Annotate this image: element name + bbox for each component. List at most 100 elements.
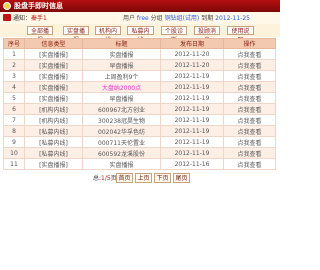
cell-no: 5	[3, 92, 25, 104]
view-link[interactable]: 点我查看	[223, 48, 276, 60]
window-title: 股盘手即时信息	[14, 2, 63, 10]
cell-no: 3	[3, 70, 25, 82]
table-row: 1 [实盘播报] 实盘播报 2012-11-20 点我查看	[3, 48, 276, 60]
col-header-no: 序号	[3, 38, 25, 49]
table-header-row: 序号 信息类型 标题 发布日期 操作	[3, 38, 276, 49]
view-link[interactable]: 点我查看	[223, 81, 276, 93]
view-link[interactable]: 点我查看	[223, 103, 276, 115]
cell-date: 2012-11-19	[160, 103, 224, 115]
col-header-title: 标题	[82, 38, 161, 49]
cell-title-link[interactable]: 600592龙溪股份	[82, 147, 161, 159]
cell-title-link[interactable]: 000711天伦置业	[82, 136, 161, 148]
message-icon	[3, 14, 11, 21]
view-link[interactable]: 点我查看	[223, 114, 276, 126]
view-link[interactable]: 点我查看	[223, 70, 276, 82]
title-bar: 股盘手即时信息	[0, 0, 280, 12]
last-page-button[interactable]: 尾页	[173, 173, 190, 183]
col-header-type: 信息类型	[24, 38, 83, 49]
table-row: 4 [实盘播报] 大盘纳2000点 2012-11-19 点我查看	[3, 81, 276, 93]
table-row: 11 [实盘播报] 实盘播报 2012-11-16 点我查看	[3, 158, 276, 170]
expire-value: 2012-11-25	[215, 15, 250, 22]
level-label: 分组	[150, 15, 163, 22]
view-link[interactable]: 点我查看	[223, 158, 276, 170]
cell-date: 2012-11-19	[160, 81, 224, 93]
prev-page-button[interactable]: 上页	[135, 173, 152, 183]
cell-type: [私募内线]	[24, 125, 83, 137]
level-value: 铜钻组(试用)	[164, 15, 200, 22]
view-link[interactable]: 点我查看	[223, 92, 276, 104]
cell-title-link[interactable]: 实盘播报	[82, 48, 161, 60]
cell-date: 2012-11-19	[160, 114, 224, 126]
user-value: free	[136, 15, 149, 22]
info-table: 序号 信息类型 标题 发布日期 操作 1 [实盘播报] 实盘播报 2012-11…	[3, 38, 276, 170]
stock-diagnosis-button[interactable]: 个股诊断	[161, 26, 187, 44]
cell-type: [实盘播报]	[24, 158, 83, 170]
cell-title-link[interactable]: 实盘播报	[82, 158, 161, 170]
cell-date: 2012-11-19	[160, 125, 224, 137]
col-header-date: 发布日期	[160, 38, 224, 49]
advisor-news-button[interactable]: 投顾消息	[194, 26, 220, 44]
cell-type: [实盘播报]	[24, 70, 83, 82]
view-link[interactable]: 点我查看	[223, 147, 276, 159]
cell-no: 8	[3, 125, 25, 137]
user-guide-button[interactable]: 使用说明	[227, 26, 254, 44]
cell-type: [机构内线]	[24, 114, 83, 126]
cell-type: [私募内线]	[24, 136, 83, 148]
table-row: 5 [实盘播报] 早盘播报 2012-11-19 点我查看	[3, 92, 276, 104]
cell-date: 2012-11-19	[160, 92, 224, 104]
notice-text: 通知：秦手1	[13, 15, 47, 22]
cell-date: 2012-11-19	[160, 136, 224, 148]
user-info: 用户 free 分组 铜钻组(试用) 到期 2012-11-25	[123, 15, 250, 22]
cell-title-link[interactable]: 大盘纳2000点	[82, 81, 161, 93]
page-prefix: 总:	[93, 175, 102, 182]
cell-type: [实盘播报]	[24, 81, 83, 93]
cell-type: [实盘播报]	[24, 92, 83, 104]
view-link[interactable]: 点我查看	[223, 136, 276, 148]
toolbar: 全部播报 实盘播报 机构内线 私募内线 个股诊断 投顾消息 使用说明	[0, 24, 280, 44]
cell-type: [实盘播报]	[24, 59, 83, 71]
cell-type: [实盘播报]	[24, 48, 83, 60]
cell-no: 6	[3, 103, 25, 115]
cell-date: 2012-11-20	[160, 48, 224, 60]
cell-title-link[interactable]: 早盘播报	[82, 92, 161, 104]
expire-label: 到期	[201, 15, 214, 22]
cell-title-link[interactable]: 600967北方创业	[82, 103, 161, 115]
cell-type: [私募内线]	[24, 147, 83, 159]
table-row: 6 [机构内线] 600967北方创业 2012-11-19 点我查看	[3, 103, 276, 115]
first-page-button[interactable]: 首页	[116, 173, 133, 183]
table-row: 8 [私募内线] 002042华孚色纺 2012-11-19 点我查看	[3, 125, 276, 137]
col-header-op: 操作	[223, 38, 276, 49]
cell-date: 2012-11-16	[160, 158, 224, 170]
notice-prefix: 通知：	[13, 15, 32, 22]
cell-no: 9	[3, 136, 25, 148]
notice-name: 秦手1	[31, 15, 47, 22]
all-broadcast-button[interactable]: 全部播报	[27, 26, 53, 44]
page-count: 1/5	[101, 175, 111, 182]
cell-title-link[interactable]: 上周盈利9个	[82, 70, 161, 82]
table-row: 7 [机构内线] 300238冠昊生物 2012-11-19 点我查看	[3, 114, 276, 126]
cell-no: 10	[3, 147, 25, 159]
cell-title-link[interactable]: 300238冠昊生物	[82, 114, 161, 126]
cell-no: 7	[3, 114, 25, 126]
table-row: 2 [实盘播报] 早盘播报 2012-11-20 点我查看	[3, 59, 276, 71]
view-link[interactable]: 点我查看	[223, 59, 276, 71]
view-link[interactable]: 点我查看	[223, 125, 276, 137]
page-info: 总:1/5页	[93, 175, 117, 182]
table-row: 10 [私募内线] 600592龙溪股份 2012-11-19 点我查看	[3, 147, 276, 159]
cell-title-link[interactable]: 002042华孚色纺	[82, 125, 161, 137]
app-logo-icon	[3, 2, 11, 10]
cell-no: 2	[3, 59, 25, 71]
institution-inside-button[interactable]: 机构内线	[95, 26, 121, 44]
cell-title-link[interactable]: 早盘播报	[82, 59, 161, 71]
cell-no: 4	[3, 81, 25, 93]
live-broadcast-button[interactable]: 实盘播报	[63, 26, 89, 44]
next-page-button[interactable]: 下页	[154, 173, 171, 183]
cell-no: 11	[3, 158, 25, 170]
cell-date: 2012-11-20	[160, 59, 224, 71]
private-fund-button[interactable]: 私募内线	[127, 26, 154, 44]
cell-date: 2012-11-19	[160, 70, 224, 82]
table-row: 9 [私募内线] 000711天伦置业 2012-11-19 点我查看	[3, 136, 276, 148]
table-row: 3 [实盘播报] 上周盈利9个 2012-11-19 点我查看	[3, 70, 276, 82]
user-label: 用户	[122, 15, 135, 22]
cell-no: 1	[3, 48, 25, 60]
